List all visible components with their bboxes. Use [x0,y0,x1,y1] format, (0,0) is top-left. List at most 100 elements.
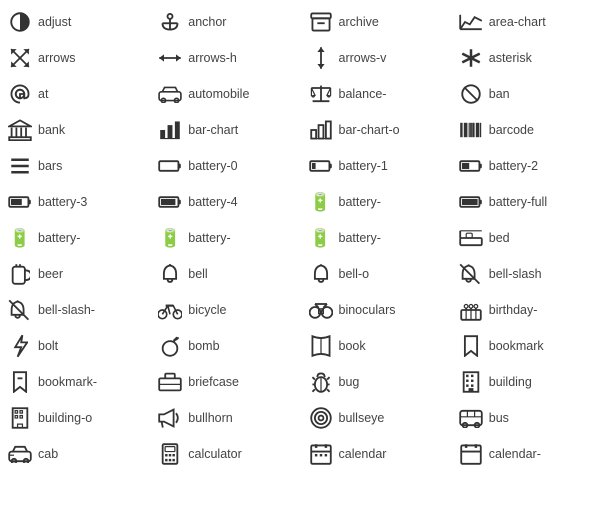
binoculars-icon [309,298,333,322]
list-item: arrows-h [152,40,302,76]
bell-slash-icon [459,262,483,286]
list-item: anchor [152,4,302,40]
icon-label: battery- [339,195,381,209]
battery--icon: 🔋 [8,226,32,250]
icon-label: battery- [188,231,230,245]
list-item: book [303,328,453,364]
list-item: archive [303,4,453,40]
icon-label: bell [188,267,207,281]
anchor-icon [158,10,182,34]
adjust-icon [8,10,32,34]
list-item: bar-chart [152,112,302,148]
icon-label: arrows [38,51,76,65]
balance--icon [309,82,333,106]
list-item: bar-chart-o [303,112,453,148]
list-item: battery-2 [453,148,603,184]
list-item: balance- [303,76,453,112]
list-item: arrows [2,40,152,76]
list-item: bank [2,112,152,148]
icon-label: battery-4 [188,195,237,209]
icon-label: archive [339,15,379,29]
bookmark-icon [459,334,483,358]
icon-label: arrows-h [188,51,237,65]
icon-label: area-chart [489,15,546,29]
icon-label: bank [38,123,65,137]
arrows-icon [8,46,32,70]
list-item: battery-3 [2,184,152,220]
icon-label: bicycle [188,303,226,317]
icon-label: bullseye [339,411,385,425]
briefcase-icon [158,370,182,394]
icon-label: bars [38,159,62,173]
list-item: barcode [453,112,603,148]
icon-label: balance- [339,87,387,101]
icon-label: barcode [489,123,534,137]
list-item: battery-1 [303,148,453,184]
list-item: calculator [152,436,302,472]
battery-2-icon [459,154,483,178]
list-item: battery-0 [152,148,302,184]
icon-label: bomb [188,339,219,353]
icon-label: briefcase [188,375,239,389]
ban-icon [459,82,483,106]
arrows-h-icon [158,46,182,70]
list-item: bed [453,220,603,256]
bullhorn-icon [158,406,182,430]
battery-0-icon [158,154,182,178]
bolt-icon [8,334,32,358]
icon-label: battery-3 [38,195,87,209]
cab-icon [8,442,32,466]
battery-1-icon [309,154,333,178]
bullseye-icon [309,406,333,430]
list-item: bullseye [303,400,453,436]
calculator-icon [158,442,182,466]
icon-label: arrows-v [339,51,387,65]
icon-label: bell-slash- [38,303,95,317]
icon-label: battery-0 [188,159,237,173]
icon-label: at [38,87,48,101]
icon-label: asterisk [489,51,532,65]
area-chart-icon [459,10,483,34]
icon-label: calendar [339,447,387,461]
automobile-icon [158,82,182,106]
icon-label: birthday- [489,303,538,317]
bell-slash--icon [8,298,32,322]
calendar-icon [309,442,333,466]
list-item: adjust [2,4,152,40]
at-icon [8,82,32,106]
icon-label: bug [339,375,360,389]
list-item: binoculars [303,292,453,328]
icon-label: cab [38,447,58,461]
barcode-icon [459,118,483,142]
icon-label: battery-full [489,195,547,209]
list-item: bomb [152,328,302,364]
list-item: bell-o [303,256,453,292]
icon-label: battery-2 [489,159,538,173]
list-item: 🔋battery- [303,220,453,256]
list-item: battery-full [453,184,603,220]
book-icon [309,334,333,358]
list-item: bell [152,256,302,292]
icon-label: book [339,339,366,353]
list-item: at [2,76,152,112]
list-item: 🔋 battery- [2,220,152,256]
bar-chart-icon [158,118,182,142]
list-item: beer [2,256,152,292]
list-item: building [453,364,603,400]
list-item: bolt [2,328,152,364]
list-item: calendar [303,436,453,472]
battery--icon: 🔋 [309,226,333,250]
list-item: bookmark- [2,364,152,400]
icon-label: battery- [38,231,80,245]
bicycle-icon [158,298,182,322]
bell-icon [158,262,182,286]
icon-label: building-o [38,411,92,425]
icon-label: bus [489,411,509,425]
beer-icon [8,262,32,286]
icon-label: building [489,375,532,389]
icon-label: ban [489,87,510,101]
list-item: building-o [2,400,152,436]
icon-label: automobile [188,87,249,101]
icon-label: calculator [188,447,242,461]
icon-label: adjust [38,15,71,29]
